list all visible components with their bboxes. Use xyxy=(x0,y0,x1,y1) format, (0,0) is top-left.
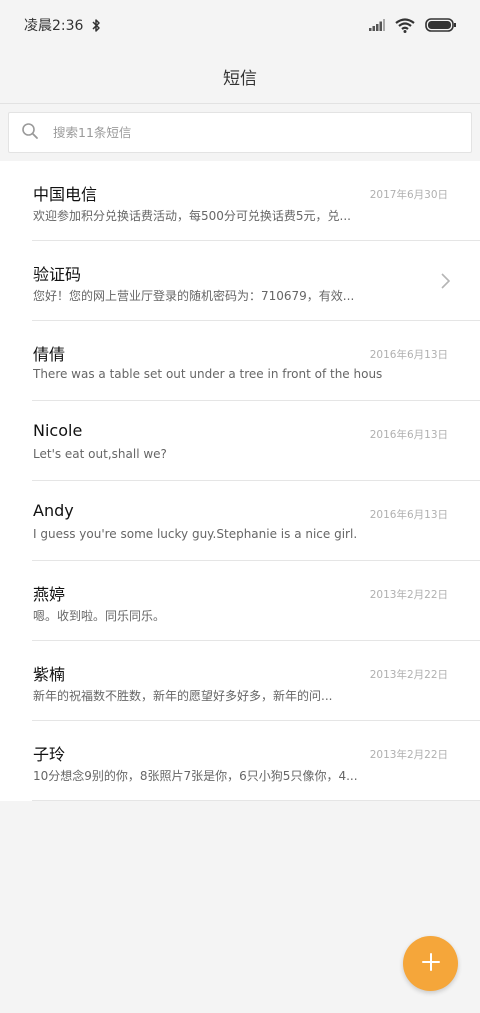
search-bar xyxy=(0,104,480,161)
message-date: 2017年6月30日 xyxy=(369,189,448,201)
message-preview: There was a table set out under a tree i… xyxy=(33,367,383,381)
conversation-item[interactable]: 燕婷 2013年2月22日 嗯。收到啦。同乐同乐。 xyxy=(0,561,480,641)
status-bar: 凌晨2:36 xyxy=(0,0,480,50)
contact-name: 子玲 xyxy=(33,745,66,764)
message-date: 2016年6月13日 xyxy=(369,509,448,521)
conversation-item[interactable]: Andy 2016年6月13日 I guess you're some luck… xyxy=(0,481,480,561)
conversation-item[interactable]: 验证码 您好！您的网上营业厅登录的随机密码为：710679，有效... xyxy=(0,241,480,321)
search-icon xyxy=(21,122,39,144)
signal-icon xyxy=(369,19,385,31)
chevron-right-icon xyxy=(441,273,451,293)
bluetooth-icon xyxy=(91,18,101,33)
contact-name: 中国电信 xyxy=(33,185,98,204)
conversation-item[interactable]: 子玲 2013年2月22日 10分想念9别的你，8张照片7张是你，6只小狗5只像… xyxy=(0,721,480,801)
message-date: 2013年2月22日 xyxy=(369,669,448,681)
conversation-item[interactable]: 紫楠 2013年2月22日 新年的祝福数不胜数，新年的愿望好多好多，新年的问..… xyxy=(0,641,480,721)
compose-button[interactable] xyxy=(403,936,458,991)
contact-name: 倩倩 xyxy=(33,345,66,364)
conversation-item[interactable]: 倩倩 2016年6月13日 There was a table set out … xyxy=(0,321,480,401)
search-box[interactable] xyxy=(8,112,472,153)
message-date: 2013年2月22日 xyxy=(369,589,448,601)
contact-name: Nicole xyxy=(33,421,83,440)
message-preview: I guess you're some lucky guy.Stephanie … xyxy=(33,527,358,541)
conversation-item[interactable]: 中国电信 2017年6月30日 欢迎参加积分兑换话费活动，每500分可兑换话费5… xyxy=(0,161,480,241)
status-time: 凌晨2:36 xyxy=(24,18,84,34)
message-preview: 10分想念9别的你，8张照片7张是你，6只小狗5只像你，4... xyxy=(33,769,358,783)
app-bar: 短信 xyxy=(0,50,480,104)
page-title: 短信 xyxy=(223,69,257,89)
message-preview: 新年的祝福数不胜数，新年的愿望好多好多，新年的问... xyxy=(33,689,333,703)
message-preview: 欢迎参加积分兑换话费活动，每500分可兑换话费5元，兑... xyxy=(33,209,351,223)
search-input[interactable] xyxy=(51,124,435,141)
contact-name: 紫楠 xyxy=(33,665,66,684)
message-date: 2016年6月13日 xyxy=(369,349,448,361)
conversation-list: 中国电信 2017年6月30日 欢迎参加积分兑换话费活动，每500分可兑换话费5… xyxy=(0,161,480,801)
message-preview: Let's eat out,shall we? xyxy=(33,447,167,461)
conversation-item[interactable]: Nicole 2016年6月13日 Let's eat out,shall we… xyxy=(0,401,480,481)
message-date: 2016年6月13日 xyxy=(369,429,448,441)
plus-icon xyxy=(421,952,441,976)
message-preview: 嗯。收到啦。同乐同乐。 xyxy=(33,609,166,623)
contact-name: 燕婷 xyxy=(33,585,66,604)
wifi-icon xyxy=(395,17,415,33)
contact-name: Andy xyxy=(33,501,74,520)
message-preview: 您好！您的网上营业厅登录的随机密码为：710679，有效... xyxy=(33,289,355,303)
battery-icon xyxy=(425,18,456,32)
contact-name: 验证码 xyxy=(33,265,82,284)
message-date: 2013年2月22日 xyxy=(369,749,448,761)
